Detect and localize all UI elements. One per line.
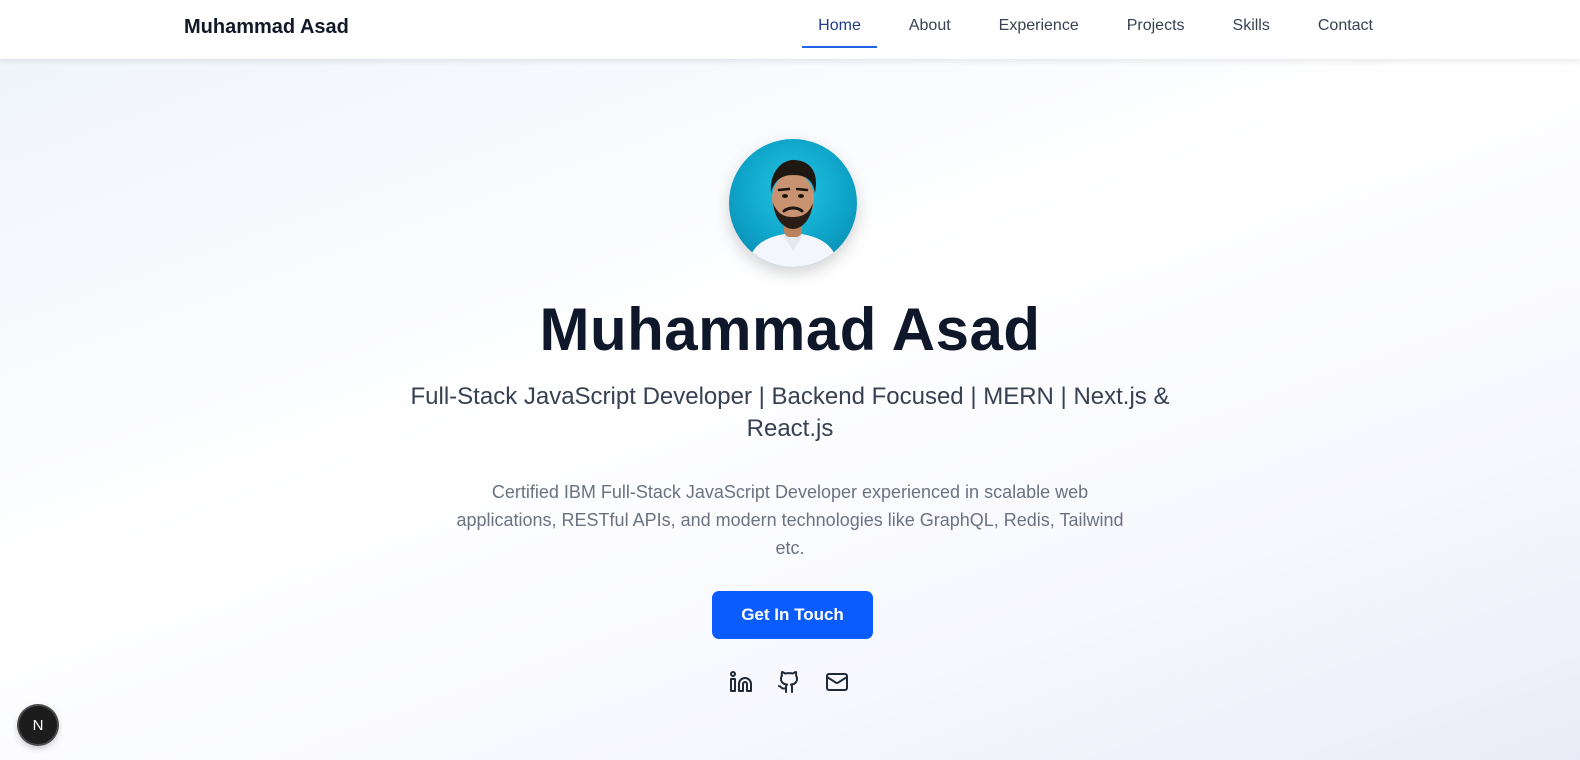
hero-tagline: Full-Stack JavaScript Developer | Backen… bbox=[410, 383, 1170, 442]
nav-skills[interactable]: Skills bbox=[1217, 0, 1286, 59]
linkedin-icon bbox=[730, 671, 752, 692]
github-link[interactable] bbox=[777, 669, 801, 695]
main-nav: Home About Experience Projects Skills Co… bbox=[802, 0, 1389, 59]
email-link[interactable] bbox=[825, 669, 849, 695]
github-icon bbox=[778, 671, 799, 693]
nav-contact[interactable]: Contact bbox=[1302, 0, 1389, 59]
linkedin-link[interactable] bbox=[729, 669, 753, 695]
hero-name: Muhammad Asad bbox=[539, 296, 1041, 363]
get-in-touch-button[interactable]: Get In Touch bbox=[712, 591, 873, 639]
site-brand[interactable]: Muhammad Asad bbox=[184, 16, 349, 39]
mail-icon bbox=[826, 673, 848, 691]
nextjs-dev-badge[interactable]: N bbox=[19, 706, 57, 744]
nav-about[interactable]: About bbox=[893, 0, 967, 59]
nav-projects[interactable]: Projects bbox=[1111, 0, 1201, 59]
profile-photo bbox=[747, 159, 839, 267]
social-links bbox=[729, 669, 849, 695]
top-navbar: Muhammad Asad Home About Experience Proj… bbox=[0, 0, 1580, 59]
nav-experience[interactable]: Experience bbox=[983, 0, 1095, 59]
nav-home[interactable]: Home bbox=[802, 0, 877, 59]
profile-avatar bbox=[729, 139, 857, 267]
hero-section: Muhammad Asad Full-Stack JavaScript Deve… bbox=[0, 59, 1580, 760]
hero-description: Certified IBM Full-Stack JavaScript Deve… bbox=[456, 482, 1124, 558]
